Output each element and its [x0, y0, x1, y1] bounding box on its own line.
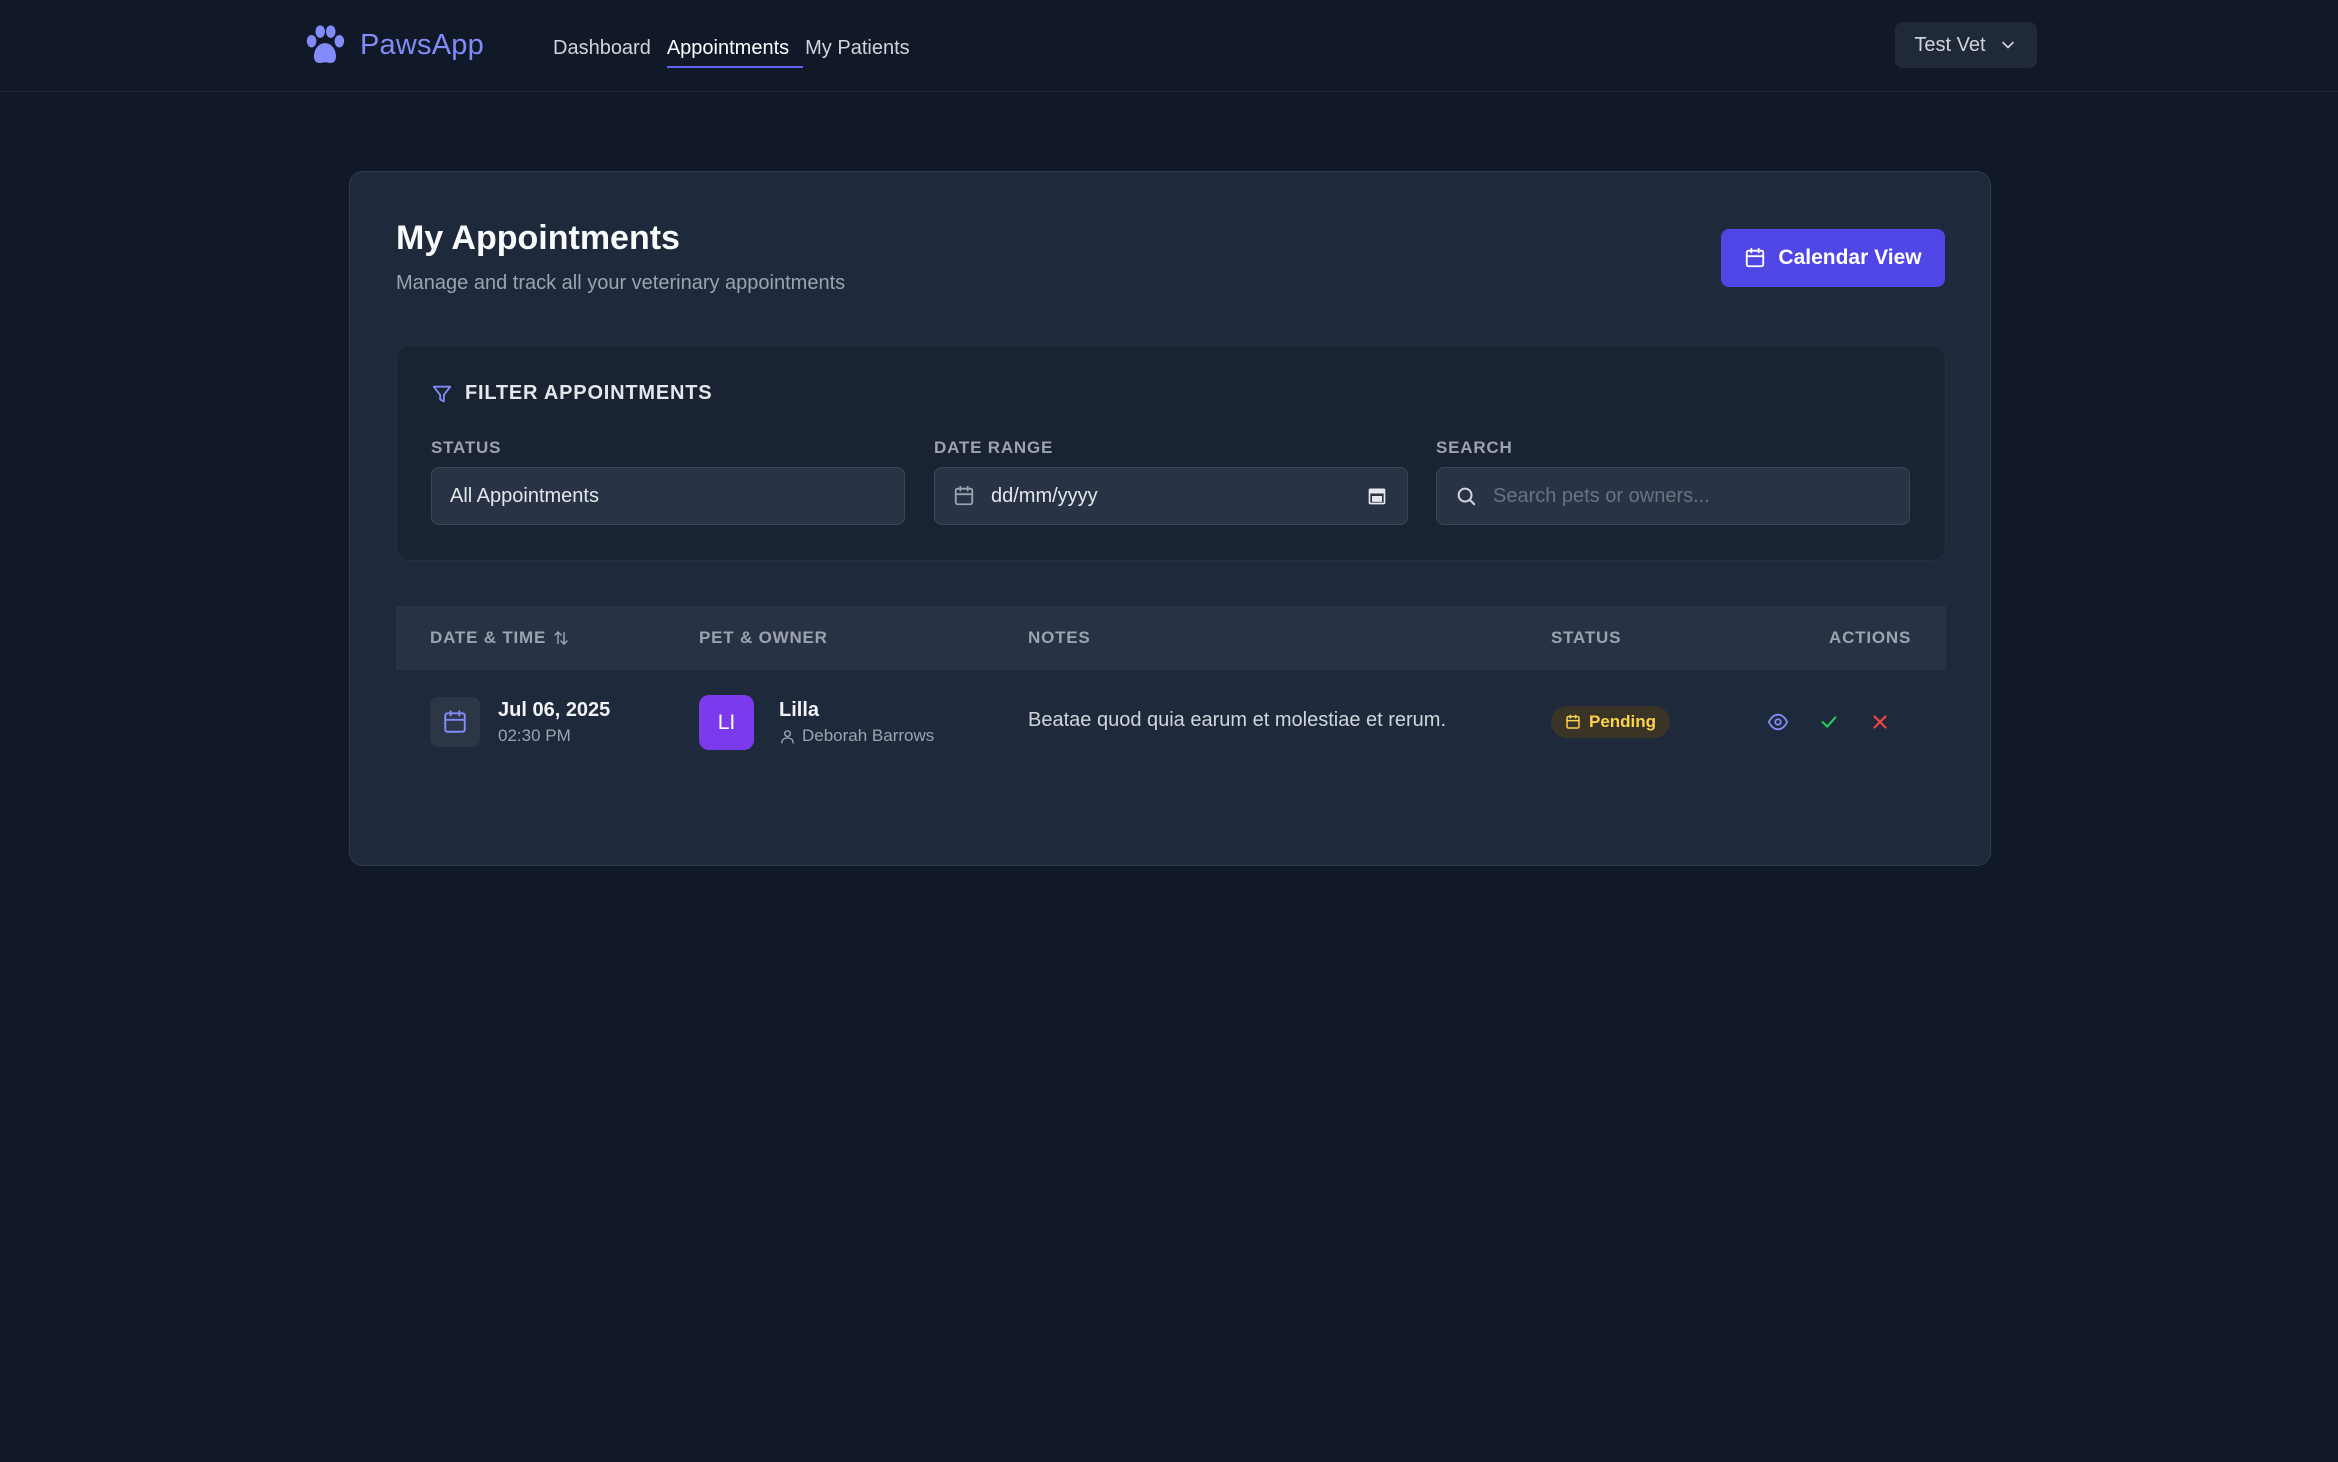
- search-placeholder: Search pets or owners...: [1493, 484, 1710, 507]
- owner-name: Deborah Barrows: [802, 726, 935, 745]
- filter-title-text: FILTER APPOINTMENTS: [465, 382, 713, 404]
- filter-panel: FILTER APPOINTMENTS STATUS All Appointme…: [396, 345, 1946, 561]
- status-select[interactable]: All Appointments: [431, 467, 905, 525]
- pet-name[interactable]: Lilla: [779, 699, 819, 722]
- date-picker-icon[interactable]: [1367, 486, 1387, 506]
- nav-my-patients[interactable]: My Patients: [797, 31, 917, 66]
- brand-name: PawsApp: [360, 28, 484, 61]
- user-menu-button[interactable]: Test Vet: [1895, 22, 2037, 68]
- user-icon: [781, 729, 794, 744]
- calendar-view-button[interactable]: Calendar View: [1721, 229, 1945, 287]
- sort-icon: [554, 631, 568, 645]
- table-header: DATE & TIME PET & OWNER NOTES STATUS ACT…: [396, 606, 1946, 670]
- nav-dashboard[interactable]: Dashboard: [545, 31, 659, 66]
- chevron-down-icon: [2001, 41, 2014, 49]
- date-range-label: DATE RANGE: [934, 438, 1054, 457]
- status-select-value: All Appointments: [450, 484, 599, 507]
- top-navbar: PawsApp Dashboard Appointments My Patien…: [0, 0, 2338, 92]
- cancel-button[interactable]: [1865, 707, 1895, 737]
- check-icon: [1821, 716, 1837, 728]
- date-range-value: dd/mm/yyyy: [991, 484, 1098, 507]
- appointment-date: Jul 06, 2025: [498, 699, 611, 721]
- date-range-input[interactable]: dd/mm/yyyy: [934, 467, 1408, 525]
- page-subtitle: Manage and track all your veterinary app…: [396, 272, 846, 294]
- user-name: Test Vet: [1914, 33, 1986, 56]
- col-notes: NOTES: [1028, 628, 1091, 647]
- col-status: STATUS: [1551, 628, 1622, 647]
- col-pet-owner: PET & OWNER: [699, 628, 828, 647]
- search-label: SEARCH: [1436, 438, 1513, 457]
- calendar-icon: [444, 710, 466, 733]
- main-nav: Dashboard Appointments My Patients: [545, 28, 918, 68]
- view-button[interactable]: [1763, 707, 1793, 737]
- calendar-icon: [954, 485, 974, 506]
- approve-button[interactable]: [1814, 707, 1844, 737]
- paw-icon: [306, 25, 345, 63]
- table-row[interactable]: Jul 06, 2025 02:30 PM LI Lilla Deborah B…: [396, 670, 1946, 774]
- date-icon-box: [430, 697, 480, 747]
- appointment-time: 02:30 PM: [498, 726, 571, 745]
- search-icon: [1457, 487, 1476, 506]
- appointment-notes: Beatae quod quia earum et molestiae et r…: [1028, 709, 1447, 731]
- search-input[interactable]: Search pets or owners...: [1436, 467, 1910, 525]
- brand-logo[interactable]: PawsApp: [302, 22, 484, 68]
- calendar-icon: [1746, 247, 1765, 268]
- col-actions: ACTIONS: [1829, 628, 1912, 647]
- owner-info: Deborah Barrows: [779, 726, 934, 746]
- status-badge: Pending: [1551, 706, 1671, 738]
- nav-appointments[interactable]: Appointments: [659, 31, 804, 68]
- status-label: STATUS: [431, 438, 502, 457]
- col-date-time[interactable]: DATE & TIME: [430, 628, 570, 648]
- calendar-view-label: Calendar View: [1778, 246, 1922, 269]
- status-badge-label: Pending: [1589, 712, 1657, 731]
- page-title: My Appointments: [396, 219, 680, 257]
- filter-icon: [432, 385, 452, 402]
- close-icon: [1873, 715, 1887, 729]
- eye-icon: [1767, 713, 1789, 731]
- filter-title: FILTER APPOINTMENTS: [431, 382, 712, 405]
- col-date-time-label: DATE & TIME: [430, 628, 547, 647]
- calendar-icon: [1566, 714, 1580, 729]
- pet-avatar: LI: [699, 695, 754, 750]
- appointments-card: My Appointments Manage and track all you…: [349, 171, 1991, 866]
